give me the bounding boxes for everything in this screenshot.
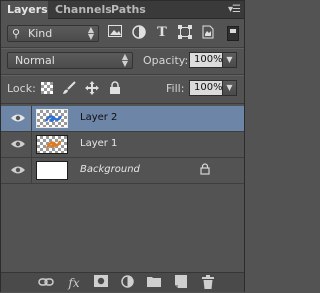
lock-transparent-pixels-icon[interactable] xyxy=(41,82,53,94)
new-adjustment-layer-icon[interactable] xyxy=(119,275,135,291)
layer-thumbnail xyxy=(36,135,68,154)
layer-lock-icon xyxy=(200,163,210,178)
add-layer-style-icon[interactable]: fx xyxy=(66,275,82,291)
divider xyxy=(31,106,32,131)
pixel-layer-filter-icon[interactable] xyxy=(107,25,123,41)
fill-input[interactable]: 100% xyxy=(189,80,223,96)
divider xyxy=(1,74,244,76)
panel-menu-icon[interactable]: ▾☰ xyxy=(228,4,241,15)
filter-toggle[interactable] xyxy=(227,26,239,41)
updown-arrows-icon: ▲ ▼ xyxy=(121,52,128,68)
adjustment-layer-filter-icon[interactable] xyxy=(131,25,147,41)
layers-bottom-toolbar: fx xyxy=(1,272,244,292)
layer-row-layer-1[interactable]: Layer 1 xyxy=(1,132,244,158)
smart-object-filter-icon[interactable] xyxy=(200,25,216,41)
link-layers-icon[interactable] xyxy=(38,275,54,291)
visibility-eye-icon[interactable] xyxy=(11,139,25,149)
lock-position-icon[interactable] xyxy=(85,81,99,95)
filter-kind-select[interactable]: ⚲ Kind ▲ ▼ xyxy=(7,25,99,42)
tab-paths[interactable]: Paths xyxy=(105,1,152,18)
visibility-eye-icon[interactable] xyxy=(11,113,25,123)
panel-tab-bar: Layers Channels Paths ▾☰ xyxy=(1,1,244,19)
opacity-input[interactable]: 100% xyxy=(189,52,223,68)
new-group-icon[interactable] xyxy=(146,275,162,291)
add-layer-mask-icon[interactable] xyxy=(93,275,109,291)
divider xyxy=(31,132,32,157)
fill-dropdown-button[interactable]: ▼ xyxy=(223,80,237,96)
lock-all-icon[interactable] xyxy=(108,81,122,95)
layer-row-layer-2[interactable]: Layer 2 xyxy=(1,106,244,132)
blend-mode-value: Normal xyxy=(15,54,55,67)
type-layer-filter-icon[interactable]: T xyxy=(154,25,170,41)
layer-row-background[interactable]: Background xyxy=(1,158,244,184)
layer-thumbnail xyxy=(36,109,68,128)
lock-image-pixels-icon[interactable] xyxy=(62,81,76,95)
updown-arrows-icon: ▲ ▼ xyxy=(87,25,94,41)
shape-layer-filter-icon[interactable] xyxy=(177,25,193,41)
opacity-label: Opacity: xyxy=(143,54,189,67)
visibility-eye-icon[interactable] xyxy=(11,165,25,175)
delete-layer-icon[interactable] xyxy=(200,275,216,291)
lock-label: Lock: xyxy=(7,82,36,95)
divider xyxy=(1,47,244,49)
tab-layers[interactable]: Layers xyxy=(1,1,48,19)
blend-mode-select[interactable]: Normal ▲ ▼ xyxy=(7,52,133,69)
opacity-dropdown-button[interactable]: ▼ xyxy=(223,52,237,68)
search-icon: ⚲ xyxy=(12,27,21,40)
layers-panel: Layers Channels Paths ▾☰ ⚲ Kind ▲ ▼ T Nor… xyxy=(0,0,245,292)
layers-list: Layer 2 Layer 1 Background xyxy=(1,103,244,274)
layer-name: Background xyxy=(80,164,140,175)
fill-label: Fill: xyxy=(166,82,185,95)
filter-kind-value: Kind xyxy=(28,27,53,40)
layer-thumbnail xyxy=(36,161,68,180)
layer-name: Layer 2 xyxy=(80,112,118,123)
layer-name: Layer 1 xyxy=(80,138,118,149)
new-layer-icon[interactable] xyxy=(173,275,189,291)
divider xyxy=(31,158,32,183)
